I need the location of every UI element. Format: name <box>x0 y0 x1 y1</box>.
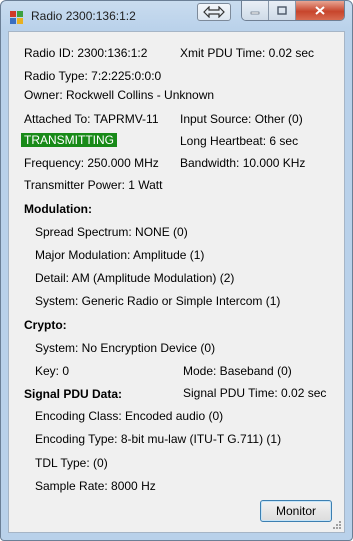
input-source-label: Input Source: Other (0) <box>180 112 303 126</box>
monitor-button[interactable]: Monitor <box>260 500 332 522</box>
attached-to-label: Attached To: TAPRMV-11 <box>24 112 159 126</box>
long-heartbeat-label: Long Heartbeat: 6 sec <box>180 134 299 148</box>
transmitter-power-label: Transmitter Power: 1 Watt <box>24 178 163 192</box>
close-icon <box>315 6 325 15</box>
crypto-header: Crypto: <box>24 318 67 332</box>
restore-arrows-button[interactable] <box>197 3 231 21</box>
resize-grip-icon[interactable] <box>332 520 342 530</box>
spread-spectrum-label: Spread Spectrum: NONE (0) <box>35 225 188 239</box>
modulation-header: Modulation: <box>24 202 92 216</box>
crypto-system-label: System: No Encryption Device (0) <box>35 341 216 355</box>
radio-window: Radio 2300:136:1:2 Radio ID: 2300:136:1:… <box>0 0 353 541</box>
owner-label: Owner: Rockwell Collins - Unknown <box>24 88 215 102</box>
restore-arrows-icon <box>203 6 225 18</box>
tdl-type-label: TDL Type: (0) <box>35 456 108 470</box>
radio-id-label: Radio ID: 2300:136:1:2 <box>24 46 148 60</box>
radio-details-panel: Radio ID: 2300:136:1:2 Xmit PDU Time: 0.… <box>8 31 345 533</box>
modulation-detail-label: Detail: AM (Amplitude Modulation) (2) <box>35 271 235 285</box>
maximize-button[interactable] <box>269 1 296 20</box>
signal-pdu-time-label: Signal PDU Time: 0.02 sec <box>183 386 327 400</box>
window-title: Radio 2300:136:1:2 <box>31 9 136 23</box>
title-bar[interactable]: Radio 2300:136:1:2 <box>1 1 352 31</box>
encoding-class-label: Encoding Class: Encoded audio (0) <box>35 409 224 423</box>
crypto-mode-label: Mode: Baseband (0) <box>183 364 292 378</box>
status-badge: TRANSMITTING <box>21 133 117 147</box>
minimize-button[interactable] <box>242 1 269 20</box>
crypto-key-label: Key: 0 <box>35 364 70 378</box>
radio-app-icon <box>10 11 23 24</box>
xmit-pdu-time-label: Xmit PDU Time: 0.02 sec <box>180 46 315 60</box>
bandwidth-label: Bandwidth: 10.000 KHz <box>180 156 306 170</box>
signal-pdu-header: Signal PDU Data: <box>24 387 123 401</box>
close-button[interactable] <box>296 1 344 20</box>
encoding-type-label: Encoding Type: 8-bit mu-law (ITU-T G.711… <box>35 432 282 446</box>
major-modulation-label: Major Modulation: Amplitude (1) <box>35 248 205 262</box>
radio-type-label: Radio Type: 7:2:225:0:0:0 <box>24 69 162 83</box>
minimize-icon <box>250 11 260 14</box>
sample-rate-label: Sample Rate: 8000 Hz <box>35 479 156 493</box>
frequency-label: Frequency: 250.000 MHz <box>24 156 159 170</box>
maximize-icon <box>277 6 287 15</box>
caption-buttons <box>241 1 345 21</box>
modulation-system-label: System: Generic Radio or Simple Intercom… <box>35 294 281 308</box>
